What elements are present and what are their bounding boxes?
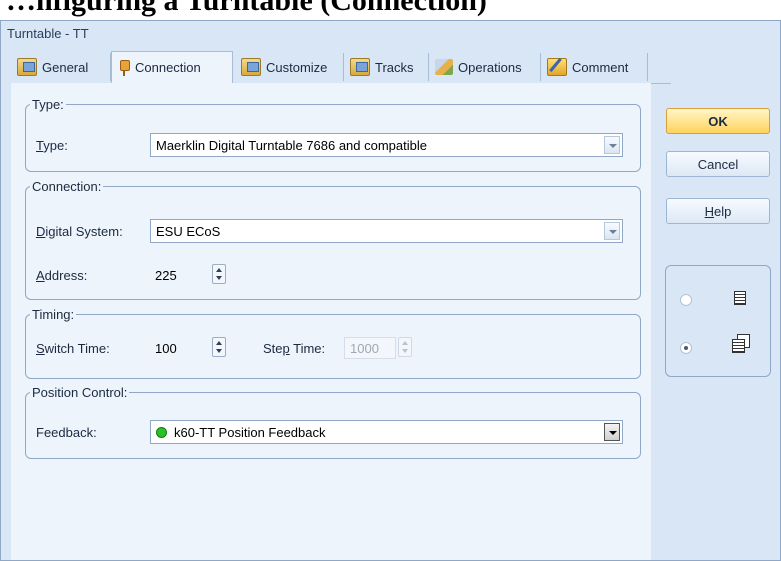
position-control-group: Position Control: Feedback: k60-TT Posit…: [25, 385, 641, 459]
timing-group-legend: Timing:: [32, 307, 75, 322]
timing-group: Timing: Switch Time: 100 Step Time: 1000: [25, 307, 641, 379]
pages-view-icon: [731, 334, 750, 353]
operations-icon: [435, 59, 453, 75]
tab-tracks-label: Tracks: [375, 59, 414, 75]
plug-icon: [118, 59, 130, 76]
tab-connection-label: Connection: [135, 60, 201, 75]
step-time-value: 1000: [350, 341, 379, 356]
chevron-down-icon[interactable]: [604, 136, 620, 154]
tab-strip: General Connection Customize Tracks Oper…: [11, 45, 671, 84]
turntable-dialog: Turntable - TT General Connection Custom…: [0, 20, 781, 561]
status-dot-icon: [156, 426, 167, 438]
feedback-value: k60-TT Position Feedback: [174, 424, 326, 440]
step-time-spinner: [398, 337, 412, 357]
tab-customize-label: Customize: [266, 59, 328, 75]
type-combo[interactable]: Maerklin Digital Turntable 7686 and comp…: [150, 133, 623, 157]
connection-group: Connection: Digital System: ESU ECoS Add…: [25, 179, 641, 300]
tab-general[interactable]: General: [11, 53, 111, 81]
ok-button[interactable]: OK: [666, 108, 770, 134]
address-label: Address:: [36, 268, 88, 283]
tab-operations-label: Operations: [458, 59, 522, 75]
tracks-icon: [350, 58, 370, 76]
document-heading: …nfiguring a Turntable (Connection): [6, 0, 487, 17]
switch-time-label: Switch Time:: [36, 341, 110, 356]
address-value[interactable]: 225: [155, 268, 177, 283]
help-button[interactable]: Help: [666, 198, 770, 224]
type-group: Type: Type: Maerklin Digital Turntable 7…: [25, 97, 641, 172]
feedback-label: Feedback:: [36, 425, 97, 440]
customize-icon: [241, 58, 261, 76]
window-title: Turntable - TT: [7, 26, 89, 41]
position-control-legend: Position Control:: [32, 385, 128, 400]
feedback-combo[interactable]: k60-TT Position Feedback: [150, 420, 623, 444]
digital-system-combo[interactable]: ESU ECoS: [150, 219, 623, 243]
tab-connection[interactable]: Connection: [111, 51, 233, 84]
pages-view-radio[interactable]: [680, 342, 692, 354]
list-view-icon: [734, 291, 746, 305]
digital-system-label: Digital System:: [36, 224, 123, 239]
tab-comment-label: Comment: [572, 59, 629, 75]
type-group-legend: Type:: [32, 97, 64, 112]
address-spinner[interactable]: [212, 264, 226, 284]
tab-customize[interactable]: Customize: [235, 53, 344, 81]
switch-time-value[interactable]: 100: [155, 341, 177, 356]
general-icon: [17, 58, 37, 76]
cancel-button[interactable]: Cancel: [666, 151, 770, 177]
list-view-radio[interactable]: [680, 294, 692, 306]
tab-comment[interactable]: Comment: [541, 53, 648, 81]
step-time-label: Step Time:: [263, 341, 326, 356]
tab-tracks[interactable]: Tracks: [344, 53, 429, 81]
type-value: Maerklin Digital Turntable 7686 and comp…: [156, 137, 427, 153]
chevron-down-icon[interactable]: [604, 222, 620, 240]
view-options-group: [665, 265, 771, 377]
chevron-down-icon[interactable]: [604, 423, 620, 441]
digital-system-value: ESU ECoS: [156, 223, 221, 239]
switch-time-spinner[interactable]: [212, 337, 226, 357]
connection-panel: Type: Type: Maerklin Digital Turntable 7…: [11, 83, 651, 560]
comment-icon: [547, 58, 567, 76]
connection-group-legend: Connection:: [32, 179, 102, 194]
tab-operations[interactable]: Operations: [429, 53, 541, 81]
type-label: Type:: [36, 138, 68, 153]
tab-general-label: General: [42, 59, 89, 75]
